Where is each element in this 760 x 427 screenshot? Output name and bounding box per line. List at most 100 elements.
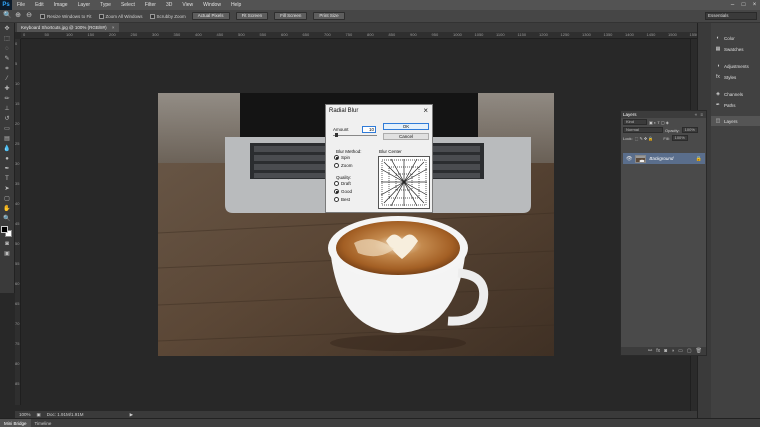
document-tab[interactable]: Keyboard Shortcuts.jpg @ 100% (RGB/8#) × <box>17 23 119 32</box>
menu-window[interactable]: Window <box>198 2 226 8</box>
dock-item-adjustments[interactable]: ◑ Adjustments <box>711 61 760 71</box>
eyedropper-tool-icon[interactable]: ⁄ <box>2 75 12 83</box>
dock-item-layers[interactable]: ◫ Layers <box>711 116 760 126</box>
menu-type[interactable]: Type <box>95 2 116 8</box>
color-icon: ◐ <box>716 35 720 41</box>
blur-tool-icon[interactable]: 💧 <box>2 145 12 153</box>
pen-tool-icon[interactable]: ✒ <box>2 165 12 173</box>
close-window-button[interactable]: × <box>751 2 758 9</box>
layers-panel-header[interactable]: Layers « ≡ <box>621 111 706 118</box>
fit-screen-button[interactable]: Fit Screen <box>235 12 269 20</box>
menu-file[interactable]: File <box>12 2 30 8</box>
quick-select-tool-icon[interactable]: ✎ <box>2 55 12 63</box>
dock-item-swatches[interactable]: ▦ Swatches <box>711 44 760 54</box>
fill-input[interactable]: 100% <box>671 135 688 141</box>
menu-filter[interactable]: Filter <box>140 2 161 8</box>
dock-item-channels[interactable]: ◈ Channels <box>711 89 760 99</box>
history-brush-tool-icon[interactable]: ↺ <box>2 115 12 123</box>
add-mask-icon[interactable]: ◙ <box>664 348 667 354</box>
shape-tool-icon[interactable]: ▢ <box>2 195 12 203</box>
lasso-tool-icon[interactable]: ◌ <box>2 45 12 53</box>
panel-menu-icon[interactable]: « ≡ <box>695 112 704 117</box>
best-radio[interactable]: Best <box>334 197 350 202</box>
eraser-tool-icon[interactable]: ▭ <box>2 125 12 133</box>
dock-item-color[interactable]: ◐ Color <box>711 33 760 43</box>
maximize-button[interactable]: □ <box>740 2 747 9</box>
color-swatches[interactable] <box>1 226 13 238</box>
workspace-select[interactable]: Essentials <box>705 12 757 20</box>
type-tool-icon[interactable]: T <box>2 175 12 183</box>
scrubby-zoom-checkbox[interactable]: Scrubby Zoom <box>149 13 186 19</box>
hand-tool-icon[interactable]: ✋ <box>2 205 12 213</box>
dialog-close-icon[interactable]: × <box>423 106 428 115</box>
dock-item-styles[interactable]: fx Styles <box>711 72 760 82</box>
filter-icons[interactable]: ▣ ◐ T ▢ ◈ <box>649 120 669 125</box>
gradient-tool-icon[interactable]: ▤ <box>2 135 12 143</box>
slider-thumb[interactable] <box>335 133 338 137</box>
document-title: Keyboard Shortcuts.jpg @ 100% (RGB/8#) <box>21 25 107 30</box>
tab-timeline[interactable]: Timeline <box>31 419 56 427</box>
zoom-all-windows-checkbox[interactable]: Zoom All Windows <box>98 13 143 19</box>
screen-mode-icon[interactable]: ▣ <box>2 250 12 258</box>
tab-mini-bridge[interactable]: Mini Bridge <box>0 418 31 427</box>
draft-radio[interactable]: Draft <box>334 181 351 186</box>
foreground-color-swatch[interactable] <box>1 226 8 233</box>
delete-layer-icon[interactable]: 🗑 <box>696 348 702 354</box>
opacity-input[interactable]: 100% <box>681 127 698 133</box>
zoom-level[interactable]: 100% <box>19 412 31 417</box>
good-radio[interactable]: Good <box>334 189 352 194</box>
lock-icons[interactable]: ⬚ ✎ ✥ 🔒 <box>635 136 654 141</box>
cancel-button[interactable]: Cancel <box>383 133 429 140</box>
actual-pixels-button[interactable]: Actual Pixels <box>191 12 230 20</box>
ruler-tick-label: 10 <box>15 81 20 86</box>
new-layer-icon[interactable]: ▢ <box>687 348 692 354</box>
ruler-tick-label: 1550 <box>689 32 698 37</box>
amount-input[interactable]: 10 <box>362 126 376 133</box>
path-select-tool-icon[interactable]: ➤ <box>2 185 12 193</box>
fx-icon[interactable]: fx <box>656 348 660 354</box>
healing-tool-icon[interactable]: ✚ <box>2 85 12 93</box>
stamp-tool-icon[interactable]: ⊥ <box>2 105 12 113</box>
dock-item-paths[interactable]: ✒ Paths <box>711 100 760 110</box>
menu-layer[interactable]: Layer <box>73 2 96 8</box>
fill-screen-button[interactable]: Fill Screen <box>274 12 308 20</box>
minimize-button[interactable]: – <box>729 2 736 9</box>
close-tab-icon[interactable]: × <box>112 25 115 30</box>
ruler-tick-label: 40 <box>15 201 20 206</box>
visibility-eye-icon[interactable]: 👁 <box>626 156 632 162</box>
menu-image[interactable]: Image <box>49 2 73 8</box>
menu-select[interactable]: Select <box>116 2 140 8</box>
new-group-icon[interactable]: ▭ <box>678 348 683 354</box>
zoom-in-icon[interactable]: ⊕ <box>14 12 22 20</box>
print-size-button[interactable]: Print Size <box>313 12 345 20</box>
amount-slider[interactable] <box>333 133 377 137</box>
quick-mask-icon[interactable]: ◙ <box>2 240 12 248</box>
blur-center-preview[interactable] <box>378 156 430 209</box>
menu-edit[interactable]: Edit <box>30 2 49 8</box>
resize-windows-checkbox[interactable]: Resize Windows to Fit <box>40 13 92 19</box>
zoom-tool-icon[interactable]: 🔍 <box>2 215 12 223</box>
kind-filter-select[interactable]: Kind <box>623 119 647 125</box>
adjustment-layer-icon[interactable]: ◑ <box>671 348 674 354</box>
zoom-tool-icon[interactable]: 🔍 <box>3 12 12 20</box>
crop-tool-icon[interactable]: ⌗ <box>2 65 12 73</box>
layers-tab[interactable]: Layers <box>623 112 637 117</box>
ok-button[interactable]: OK <box>383 123 429 130</box>
layers-panel: Layers « ≡ Kind ▣ ◐ T ▢ ◈ Normal Opacity… <box>620 110 707 356</box>
layer-row[interactable]: 👁 Background 🔒 <box>623 153 705 164</box>
spin-radio[interactable]: Spin <box>334 155 350 160</box>
menu-view[interactable]: View <box>177 2 198 8</box>
blend-mode-select[interactable]: Normal <box>623 127 663 133</box>
brush-tool-icon[interactable]: ✏ <box>2 95 12 103</box>
menu-help[interactable]: Help <box>226 2 246 8</box>
zoom-radio[interactable]: Zoom <box>334 163 353 168</box>
zoom-out-icon[interactable]: ⊖ <box>25 12 33 20</box>
marquee-tool-icon[interactable]: ⬚ <box>2 35 12 43</box>
menu-3d[interactable]: 3D <box>161 2 177 8</box>
link-layers-icon[interactable]: ⚯ <box>648 348 652 354</box>
dock-item-label: Styles <box>724 74 737 80</box>
ruler-tick-label: 1450 <box>646 32 656 37</box>
move-tool-icon[interactable]: ✥ <box>2 25 12 33</box>
status-menu-arrow-icon[interactable]: ▶ <box>130 412 133 418</box>
dodge-tool-icon[interactable]: ● <box>2 155 12 163</box>
